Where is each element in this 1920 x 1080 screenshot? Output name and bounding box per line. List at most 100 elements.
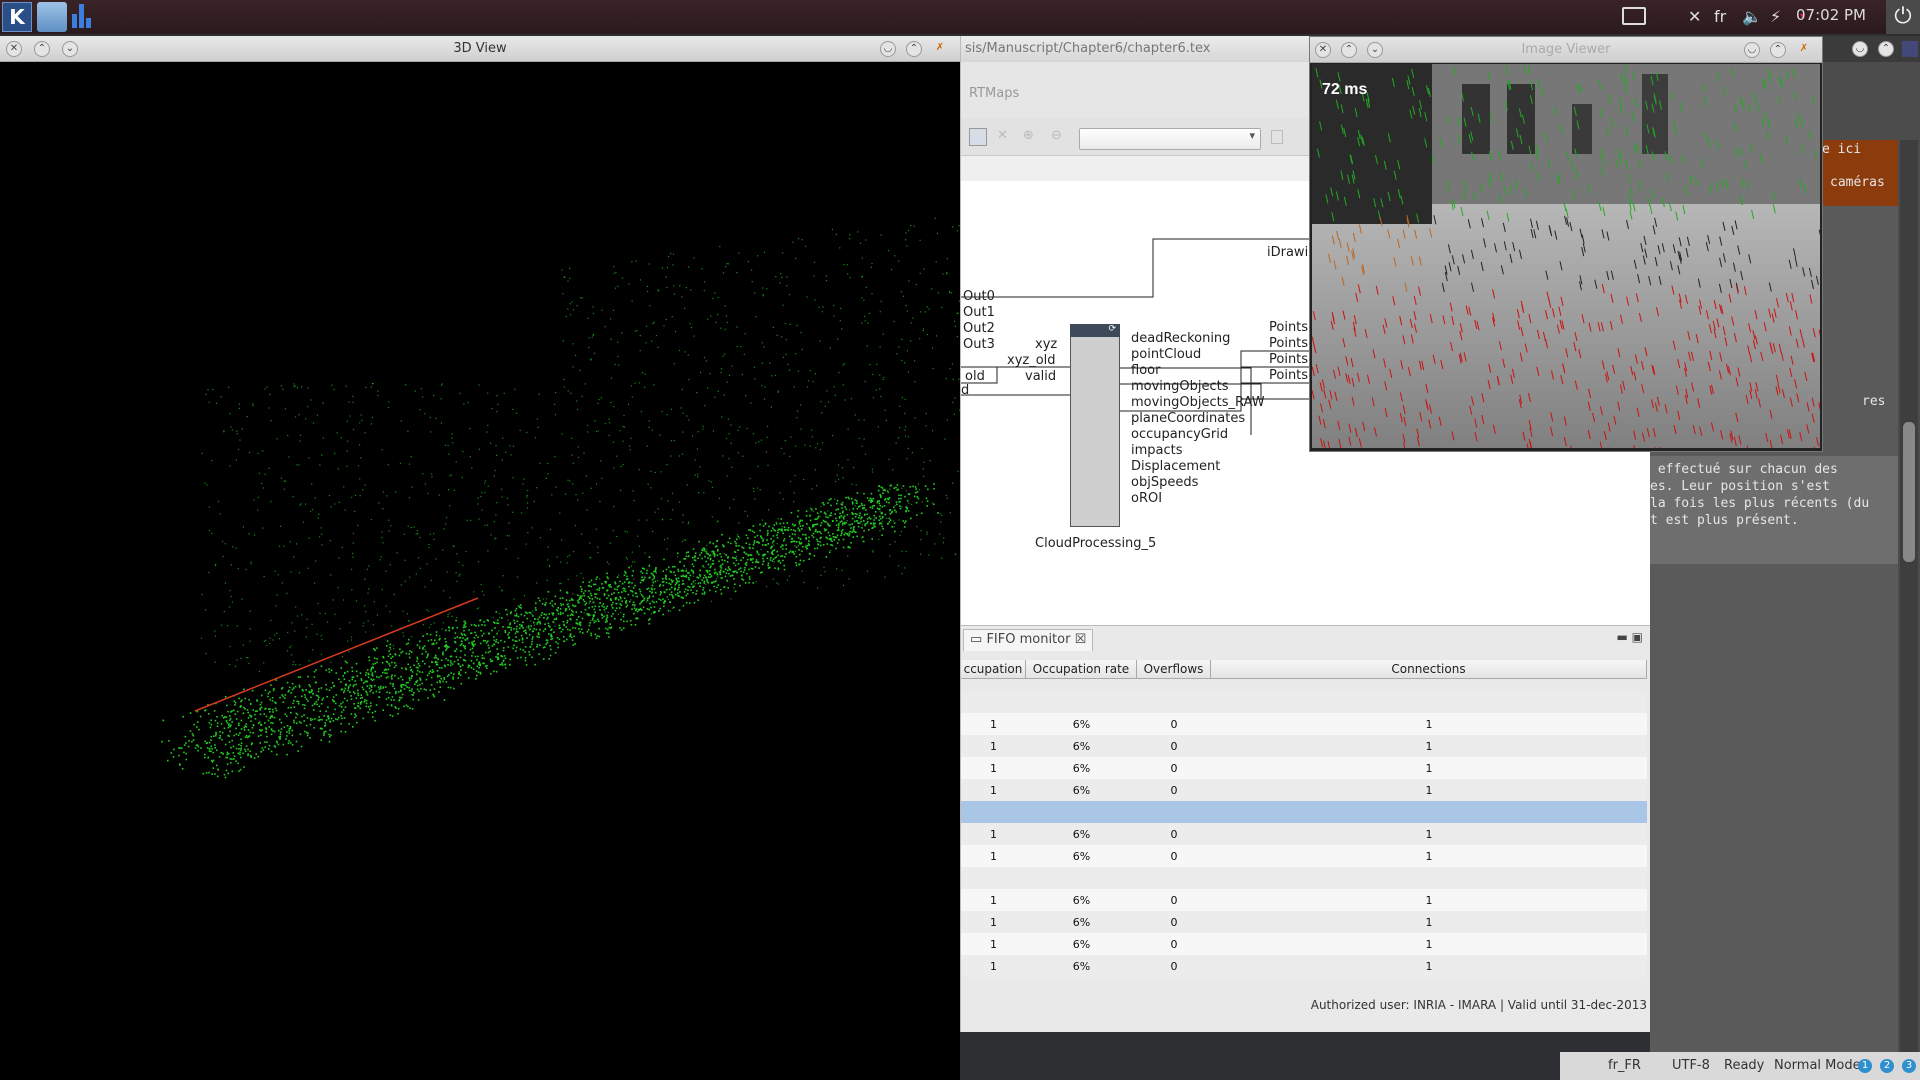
power-icon[interactable]: ⏻ bbox=[1886, 0, 1920, 34]
points-label-4[interactable]: Points bbox=[1269, 368, 1308, 383]
port-out1[interactable]: Out1 bbox=[963, 305, 995, 320]
camera-image[interactable]: 72 ms bbox=[1312, 64, 1820, 448]
table-row[interactable] bbox=[961, 691, 1647, 713]
keyboard-layout[interactable]: fr bbox=[1714, 7, 1726, 26]
system-monitor-button[interactable] bbox=[70, 2, 94, 32]
points-label-2[interactable]: Points bbox=[1269, 336, 1308, 351]
table-row[interactable]: 1 6% 0 1 bbox=[961, 779, 1647, 801]
minimize-icon[interactable]: ◡ bbox=[880, 41, 896, 57]
minimize-icon[interactable]: ◡ bbox=[1852, 41, 1868, 57]
out-port-planecoordinates[interactable]: planeCoordinates bbox=[1131, 411, 1245, 426]
timing-overlay: 72 ms bbox=[1322, 81, 1367, 98]
port-out0[interactable]: Out0 bbox=[963, 289, 995, 304]
in-port-valid[interactable]: valid bbox=[1025, 369, 1056, 384]
cloudprocessing-component[interactable] bbox=[1070, 324, 1120, 527]
table-cell: 1 bbox=[990, 784, 997, 797]
app-icon bbox=[1902, 41, 1918, 57]
table-cell: 6% bbox=[1072, 740, 1091, 753]
col-occupation-rate[interactable]: Occupation rate bbox=[1026, 660, 1137, 679]
badge-2[interactable]: 2 bbox=[1880, 1059, 1894, 1073]
trajectory-line bbox=[194, 597, 479, 712]
table-cell: 0 bbox=[1170, 916, 1178, 929]
table-row[interactable]: 1 6% 0 1 bbox=[961, 757, 1647, 779]
table-cell: 6% bbox=[1072, 850, 1091, 863]
out-port-pointcloud[interactable]: pointCloud bbox=[1131, 347, 1201, 362]
table-row[interactable]: 1 6% 0 1 bbox=[961, 955, 1647, 977]
component-refresh-icon[interactable]: ⟳ bbox=[1070, 324, 1120, 337]
network-icon[interactable]: ✕ bbox=[1688, 7, 1701, 26]
port-d[interactable]: d bbox=[961, 383, 969, 398]
pin-icon[interactable]: ✗ bbox=[932, 41, 948, 57]
table-cell: 0 bbox=[1170, 718, 1178, 731]
out-port-objspeeds[interactable]: objSpeeds bbox=[1131, 475, 1198, 490]
battery-icon[interactable] bbox=[1622, 7, 1646, 25]
col-connections[interactable]: Connections bbox=[1211, 660, 1647, 679]
point-cloud-view[interactable] bbox=[0, 63, 960, 1080]
points-label-1[interactable]: Points bbox=[1269, 320, 1308, 335]
port-out3[interactable]: Out3 bbox=[963, 337, 995, 352]
editor-scrollbar[interactable] bbox=[1900, 140, 1918, 1060]
table-row[interactable]: 1 6% 0 1 bbox=[961, 735, 1647, 757]
table-cell: 0 bbox=[1170, 938, 1178, 951]
plug-icon[interactable]: ⚡ bbox=[1770, 7, 1781, 26]
file-manager-button[interactable] bbox=[37, 2, 67, 32]
out-port-floor[interactable]: floor bbox=[1131, 363, 1160, 378]
minimize-icon[interactable]: ◡ bbox=[1744, 42, 1760, 58]
maximize-icon[interactable]: ⌃ bbox=[1878, 41, 1894, 57]
table-row[interactable] bbox=[961, 801, 1647, 823]
out-port-displacement[interactable]: Displacement bbox=[1131, 459, 1220, 474]
pin-icon[interactable]: ✗ bbox=[1796, 42, 1812, 58]
col-overflows[interactable]: Overflows bbox=[1137, 660, 1211, 679]
zoom-out-icon[interactable]: ⊖ bbox=[1051, 128, 1062, 143]
maximize-icon[interactable]: ⌃ bbox=[1770, 42, 1786, 58]
table-cell: 1 bbox=[1425, 894, 1433, 907]
k-menu-button[interactable]: K bbox=[2, 2, 32, 32]
table-cell: 1 bbox=[990, 938, 997, 951]
zoom-in-icon[interactable]: ⊕ bbox=[1023, 128, 1034, 143]
points-label-3[interactable]: Points bbox=[1269, 352, 1308, 367]
badge-3[interactable]: 3 bbox=[1902, 1059, 1916, 1073]
close-tab-icon[interactable]: ☒ bbox=[1075, 632, 1087, 647]
table-row[interactable]: 1 6% 0 1 bbox=[961, 845, 1647, 867]
col-occupation[interactable]: ccupation bbox=[961, 660, 1026, 679]
maximize-icon[interactable]: ⌃ bbox=[906, 41, 922, 57]
table-cell: 1 bbox=[1425, 850, 1433, 863]
in-port-xyz-old[interactable]: xyz_old bbox=[1007, 353, 1056, 368]
table-cell: 1 bbox=[1425, 938, 1433, 951]
out-port-impacts[interactable]: impacts bbox=[1131, 443, 1183, 458]
table-cell: 0 bbox=[1170, 828, 1178, 841]
out-port-occupancygrid[interactable]: occupancyGrid bbox=[1131, 427, 1228, 442]
clock[interactable]: 07:02 PM bbox=[1796, 6, 1866, 24]
table-cell: 6% bbox=[1072, 762, 1091, 775]
out-port-oroi[interactable]: oROI bbox=[1131, 491, 1162, 506]
table-row[interactable]: 1 6% 0 1 bbox=[961, 933, 1647, 955]
badge-1[interactable]: 1 bbox=[1858, 1059, 1872, 1073]
page-icon[interactable] bbox=[1271, 130, 1283, 144]
mode-label[interactable]: Normal Mode bbox=[1774, 1058, 1861, 1073]
table-row[interactable]: 1 6% 0 1 bbox=[961, 713, 1647, 735]
encoding-label[interactable]: UTF-8 bbox=[1672, 1058, 1710, 1073]
port-old[interactable]: old bbox=[965, 369, 985, 384]
port-out2[interactable]: Out2 bbox=[963, 321, 995, 336]
out-port-movingobjects[interactable]: movingObjects bbox=[1131, 379, 1229, 394]
in-port-xyz[interactable]: xyz bbox=[1035, 337, 1057, 352]
locale-selector[interactable]: fr_FR bbox=[1608, 1058, 1641, 1073]
table-cell: 1 bbox=[1425, 960, 1433, 973]
tab-fifo-monitor[interactable]: ▭ FIFO monitor ☒ bbox=[963, 629, 1094, 651]
table-row[interactable] bbox=[961, 867, 1647, 889]
out-port-movingobjects-raw[interactable]: movingObjects_RAW bbox=[1131, 395, 1265, 410]
window-title: 3D View bbox=[453, 41, 507, 56]
diagram-selector[interactable]: ▾ bbox=[1079, 128, 1261, 150]
table-cell: 1 bbox=[990, 850, 997, 863]
table-cell: 1 bbox=[1425, 784, 1433, 797]
point-cloud-points bbox=[161, 217, 960, 779]
out-port-deadreckoning[interactable]: deadReckoning bbox=[1131, 331, 1230, 346]
export-icon[interactable] bbox=[969, 128, 987, 146]
table-row[interactable]: 1 6% 0 1 bbox=[961, 889, 1647, 911]
table-row[interactable]: 1 6% 0 1 bbox=[961, 911, 1647, 933]
scrollbar-thumb[interactable] bbox=[1903, 422, 1915, 562]
table-row[interactable]: 1 6% 0 1 bbox=[961, 823, 1647, 845]
volume-icon[interactable]: 🔈 bbox=[1742, 7, 1762, 26]
panel-controls[interactable]: ▬ ▣ bbox=[1617, 630, 1644, 644]
delete-icon[interactable]: ✕ bbox=[997, 128, 1008, 143]
